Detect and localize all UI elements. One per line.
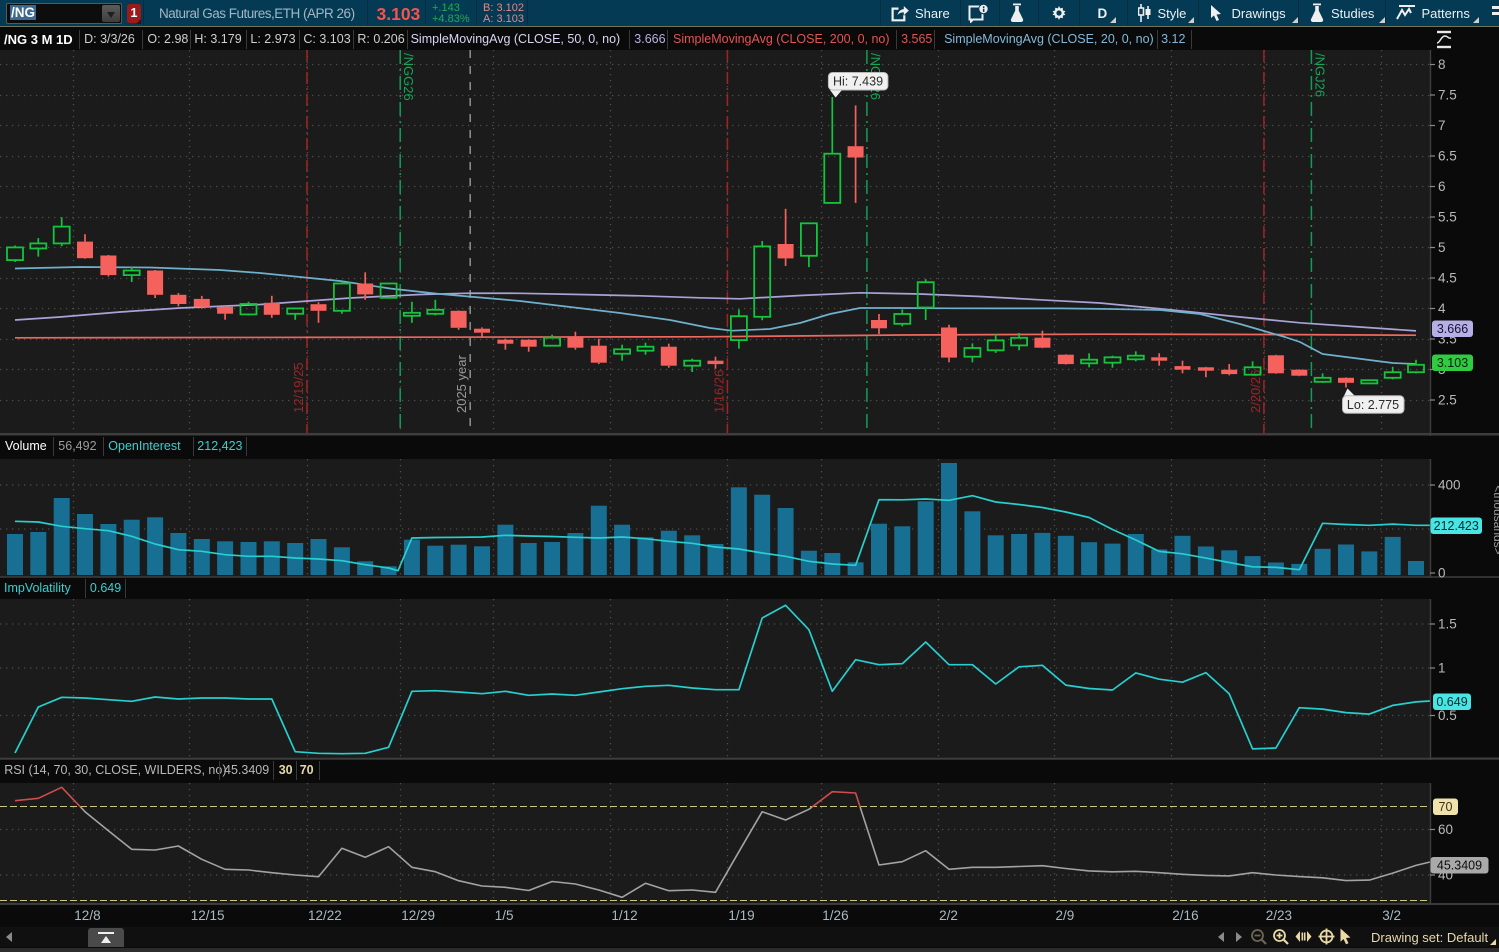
- svg-text:/NGG26: /NGG26: [401, 53, 416, 101]
- svg-text:1/12: 1/12: [611, 908, 637, 923]
- svg-text:0.5: 0.5: [1438, 708, 1457, 723]
- svg-text:12/19/25: 12/19/25: [291, 362, 306, 413]
- svg-text:2/16: 2/16: [1172, 908, 1198, 923]
- svg-text:5.5: 5.5: [1438, 210, 1457, 225]
- svg-text:6: 6: [1438, 179, 1446, 194]
- svg-text:1/16/26: 1/16/26: [711, 370, 726, 413]
- svg-text:1: 1: [1438, 661, 1446, 676]
- svg-text:3.666: 3.666: [1437, 322, 1468, 336]
- svg-text:4: 4: [1438, 301, 1446, 316]
- svg-text:12/15: 12/15: [191, 908, 225, 923]
- svg-text:Lo: 2.775: Lo: 2.775: [1347, 398, 1399, 412]
- svg-text:70: 70: [1439, 800, 1453, 814]
- svg-text:3/2: 3/2: [1382, 908, 1401, 923]
- svg-text:60: 60: [1438, 822, 1453, 837]
- svg-text:45.3409: 45.3409: [1437, 859, 1482, 873]
- svg-text:<thousands>: <thousands>: [1491, 485, 1499, 554]
- svg-text:4.5: 4.5: [1438, 271, 1457, 286]
- svg-text:12/8: 12/8: [74, 908, 100, 923]
- svg-text:/NGJ26: /NGJ26: [1312, 53, 1327, 97]
- svg-text:2/2: 2/2: [939, 908, 958, 923]
- svg-text:5: 5: [1438, 240, 1446, 255]
- svg-text:3.103: 3.103: [1437, 356, 1468, 370]
- svg-text:212.423: 212.423: [1434, 519, 1479, 533]
- svg-text:2025 year: 2025 year: [454, 355, 469, 413]
- svg-text:1/26: 1/26: [822, 908, 848, 923]
- svg-text:2/9: 2/9: [1056, 908, 1075, 923]
- svg-text:2.5: 2.5: [1438, 393, 1457, 408]
- svg-text:8: 8: [1438, 57, 1446, 72]
- svg-text:1/5: 1/5: [495, 908, 514, 923]
- svg-text:0.649: 0.649: [1436, 695, 1467, 709]
- svg-text:400: 400: [1438, 478, 1461, 493]
- svg-text:2/23: 2/23: [1266, 908, 1292, 923]
- svg-text:12/22: 12/22: [308, 908, 342, 923]
- svg-text:12/29: 12/29: [401, 908, 435, 923]
- svg-text:7: 7: [1438, 118, 1446, 133]
- svg-text:Hi: 7.439: Hi: 7.439: [833, 75, 883, 89]
- svg-text:2/20/26: 2/20/26: [1248, 370, 1263, 413]
- svg-text:6.5: 6.5: [1438, 149, 1457, 164]
- svg-text:1/19: 1/19: [728, 908, 754, 923]
- svg-text:7.5: 7.5: [1438, 88, 1457, 103]
- svg-text:1.5: 1.5: [1438, 617, 1457, 632]
